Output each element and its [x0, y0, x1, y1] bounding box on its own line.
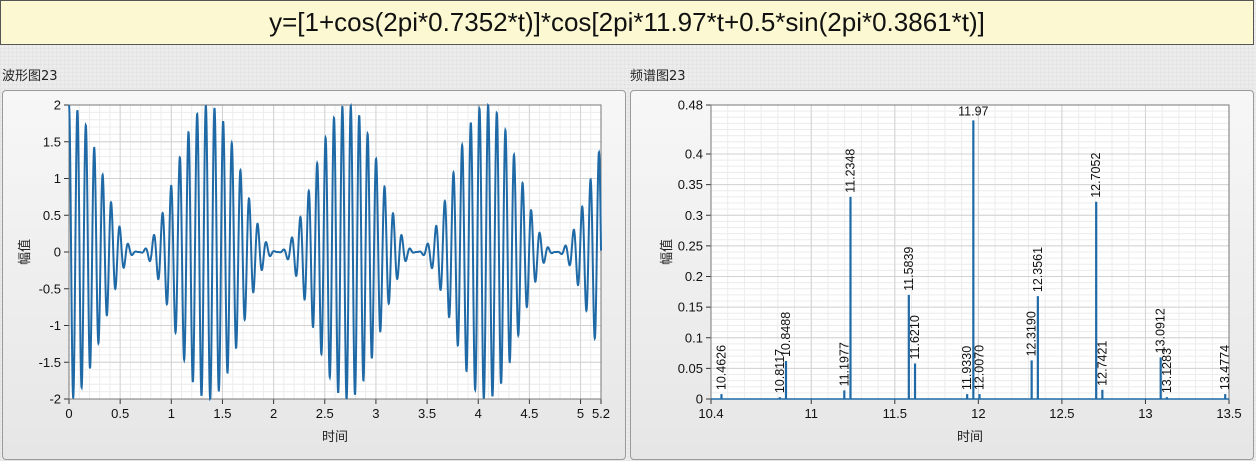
peak-label: 11.5839: [902, 247, 916, 291]
peak-label: 13.0912: [1154, 308, 1168, 353]
peak-label: 12.0070: [973, 345, 987, 390]
x-tick-label: 1: [168, 406, 175, 421]
y-tick-label: -0.5: [39, 281, 61, 296]
y-tick-label: 0.3: [685, 208, 703, 223]
x-tick-label: 0: [65, 406, 72, 421]
y-axis-title: 幅值: [659, 239, 675, 265]
x-tick-label: 0.5: [111, 406, 129, 421]
spectrum-title: 频谱图23: [630, 69, 686, 84]
spectrum-chart: 10.4 11 11.5 12 12.5 13 13.5 0.48 0.4 0.35 0.3 0.25…: [659, 98, 1242, 446]
y-tick-label: -1: [49, 318, 61, 333]
y-axis-title: 幅值: [17, 239, 33, 265]
x-tick-label: 12: [971, 406, 985, 421]
waveform-chart: 0 0.5 1 1.5 2 2.5 3 3.5 4 4.5 5 5.2 2 1.5 1 0.5 0 -0.5 -1 -…: [17, 98, 610, 446]
x-tick-label: 3.5: [418, 406, 436, 421]
x-tick-label: 4.5: [520, 406, 538, 421]
y-tick-label: 0.2: [685, 269, 703, 284]
formula-banner: y=[1+cos(2pi*0.7352*t)]*cos[2pi*11.97*t+…: [0, 0, 1254, 45]
peak-label: 12.3561: [1031, 247, 1045, 292]
y-tick-label: 1.5: [43, 134, 61, 149]
x-tick-label: 2: [270, 406, 277, 421]
y-tick-label: 0.5: [43, 208, 61, 223]
y-tick-label: 0.15: [678, 300, 703, 315]
y-tick-label: 2: [54, 98, 61, 113]
y-tick-label: 0.35: [678, 177, 703, 192]
waveform-panel: 0 0.5 1 1.5 2 2.5 3 3.5 4 4.5 5 5.2 2 1.5 1 0.5 0 -0.5 -1 -…: [2, 90, 626, 460]
peak-label: 12.7421: [1095, 341, 1109, 386]
spectrum-panel: 10.4 11 11.5 12 12.5 13 13.5 0.48 0.4 0.35 0.3 0.25…: [630, 90, 1254, 460]
y-tick-label: 0.48: [678, 98, 703, 113]
x-tick-label: 5.2: [592, 406, 610, 421]
peak-label: 11.6210: [908, 315, 922, 359]
x-tick-label: 11.5: [883, 406, 907, 421]
x-tick-label: 11: [805, 406, 819, 421]
y-tick-label: 0.4: [685, 147, 703, 162]
x-axis-title: 时间: [322, 430, 348, 445]
y-tick-label: 0.05: [678, 361, 703, 376]
x-tick-label: 12.5: [1049, 406, 1074, 421]
x-tick-label: 5: [577, 406, 584, 421]
y-tick-label: 0.1: [685, 330, 703, 345]
peak-label: 10.8488: [779, 312, 793, 357]
peak-label: 13.4774: [1218, 345, 1232, 390]
peak-label: 10.4626: [714, 345, 728, 390]
y-tick-label: -2: [49, 392, 61, 407]
peak-label: 11.97: [958, 104, 988, 118]
peak-label: 13.1283: [1160, 348, 1174, 393]
x-tick-label: 13.5: [1216, 406, 1241, 421]
x-tick-label: 1.5: [213, 406, 231, 421]
x-axis-title: 时间: [957, 430, 983, 445]
waveform-title: 波形图23: [2, 69, 58, 84]
x-tick-label: 2.5: [316, 406, 334, 421]
peak-label: 12.7052: [1089, 153, 1103, 198]
y-tick-label: 0: [696, 392, 703, 407]
peak-label: 11.1977: [837, 342, 851, 386]
x-tick-label: 3: [372, 406, 379, 421]
y-tick-label: -1.5: [39, 355, 61, 370]
peak-label: 11.2348: [843, 149, 857, 193]
peak-label: 12.3190: [1025, 311, 1039, 356]
x-tick-label: 10.4: [698, 406, 723, 421]
x-tick-label: 13: [1138, 406, 1152, 421]
x-tick-label: 4: [475, 406, 482, 421]
y-tick-label: 0.25: [678, 238, 703, 253]
y-tick-label: 1: [54, 171, 61, 186]
y-tick-label: 0: [54, 245, 61, 260]
